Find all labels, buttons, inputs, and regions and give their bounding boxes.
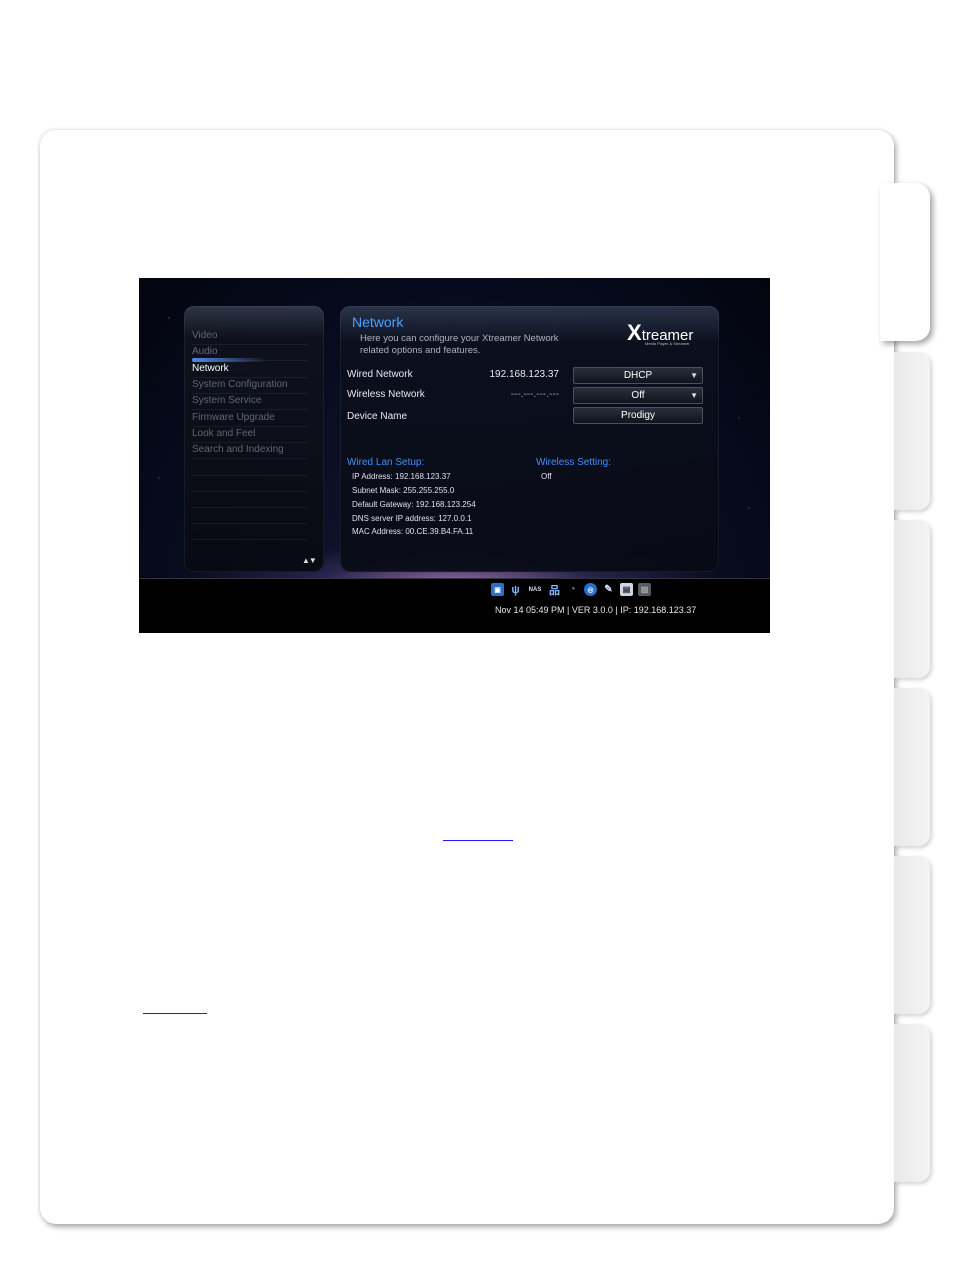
hyperlink-underline-1[interactable] bbox=[443, 840, 513, 841]
menu-item-look-and-feel[interactable]: Look and Feel bbox=[192, 426, 308, 443]
nas-icon: NAS bbox=[528, 586, 542, 593]
scroll-arrows-icon[interactable]: ▲▼ bbox=[302, 556, 317, 565]
selection-highlight bbox=[192, 358, 267, 362]
horizon-line bbox=[139, 578, 770, 579]
sd-card-icon: ▣ bbox=[491, 583, 504, 596]
wired-subnet-mask: Subnet Mask: 255.255.255.0 bbox=[352, 486, 455, 495]
wireless-network-ip: ---.---.---.--- bbox=[510, 389, 559, 400]
wired-default-gateway: Default Gateway: 192.168.123.254 bbox=[352, 500, 476, 509]
wired-ip-address: IP Address: 192.168.123.37 bbox=[352, 472, 451, 481]
menu-divider bbox=[192, 491, 308, 492]
menu-item-network[interactable]: Network bbox=[192, 358, 308, 378]
internet-icon: ◎ bbox=[584, 583, 597, 596]
dropdown-arrow-icon: ▼ bbox=[690, 391, 698, 400]
wired-network-mode-value: DHCP bbox=[623, 370, 653, 381]
wireless-setting-heading: Wireless Setting: bbox=[536, 457, 612, 468]
device-name-label: Device Name bbox=[347, 411, 408, 422]
wired-network-mode-select[interactable]: DHCP ▼ bbox=[573, 367, 703, 384]
wired-lan-heading: Wired Lan Setup: bbox=[347, 457, 425, 468]
logo-x: X bbox=[627, 320, 642, 345]
hyperlink-underline-2[interactable] bbox=[143, 1013, 207, 1014]
page-description: Here you can configure your Xtreamer Net… bbox=[360, 333, 590, 357]
menu-item-firmware-upgrade[interactable]: Firmware Upgrade bbox=[192, 410, 308, 427]
satellite-icon: ✎ bbox=[604, 584, 613, 595]
keyboard-icon: ▤ bbox=[620, 583, 633, 596]
usb-icon: ψ bbox=[511, 583, 520, 596]
description-line-2: related options and features. bbox=[360, 345, 481, 356]
menu-divider bbox=[192, 523, 308, 524]
xtreamer-logo: Xtreamer Media Player & Streamer bbox=[627, 320, 693, 346]
logo-tagline: Media Player & Streamer bbox=[645, 341, 690, 346]
wireless-network-label: Wireless Network bbox=[347, 389, 425, 400]
network-settings-screenshot: Video Audio Network System Configuration… bbox=[139, 278, 770, 633]
device-name-value: Prodigy bbox=[621, 410, 655, 421]
menu-divider bbox=[192, 475, 308, 476]
wireless-network-mode-value: Off bbox=[631, 390, 645, 401]
menu-divider bbox=[192, 539, 308, 540]
section-tab-5[interactable] bbox=[894, 856, 930, 1014]
menu-item-network-label: Network bbox=[192, 363, 229, 374]
status-bar-text: Nov 14 05:49 PM | VER 3.0.0 | IP: 192.16… bbox=[495, 605, 697, 615]
wifi-icon: ◔ bbox=[569, 584, 576, 595]
description-line-1: Here you can configure your Xtreamer Net… bbox=[360, 333, 559, 344]
settings-menu-panel: Video Audio Network System Configuration… bbox=[184, 306, 324, 572]
status-icon-row: ▣ ψ NAS 品 ◔ ◎ ✎ ▤ ▥ bbox=[491, 583, 651, 597]
wireless-network-mode-select[interactable]: Off ▼ bbox=[573, 387, 703, 404]
section-tab-2[interactable] bbox=[894, 352, 930, 510]
wired-network-label: Wired Network bbox=[347, 369, 413, 380]
lan-icon: 品 bbox=[549, 584, 560, 597]
menu-item-video[interactable]: Video bbox=[192, 328, 308, 345]
menu-item-search-and-indexing[interactable]: Search and Indexing bbox=[192, 442, 308, 459]
menu-item-system-service[interactable]: System Service bbox=[192, 393, 308, 410]
dropdown-arrow-icon: ▼ bbox=[690, 371, 698, 380]
section-tab-3[interactable] bbox=[894, 520, 930, 678]
device-name-field[interactable]: Prodigy bbox=[573, 407, 703, 424]
wired-mac-address: MAC Address: 00.CE.39.B4.FA.11 bbox=[352, 527, 474, 536]
wired-network-ip: 192.168.123.37 bbox=[489, 369, 559, 380]
section-tab-6[interactable] bbox=[894, 1024, 930, 1182]
section-tab-active[interactable] bbox=[880, 183, 930, 341]
menu-item-system-configuration[interactable]: System Configuration bbox=[192, 377, 308, 394]
page-title: Network bbox=[352, 314, 404, 330]
wired-dns-server: DNS server IP address: 127.0.0.1 bbox=[352, 514, 472, 523]
wireless-setting-value: Off bbox=[541, 472, 552, 481]
menu-divider bbox=[192, 507, 308, 508]
hdd-icon: ▥ bbox=[638, 583, 651, 596]
section-tab-4[interactable] bbox=[894, 688, 930, 846]
